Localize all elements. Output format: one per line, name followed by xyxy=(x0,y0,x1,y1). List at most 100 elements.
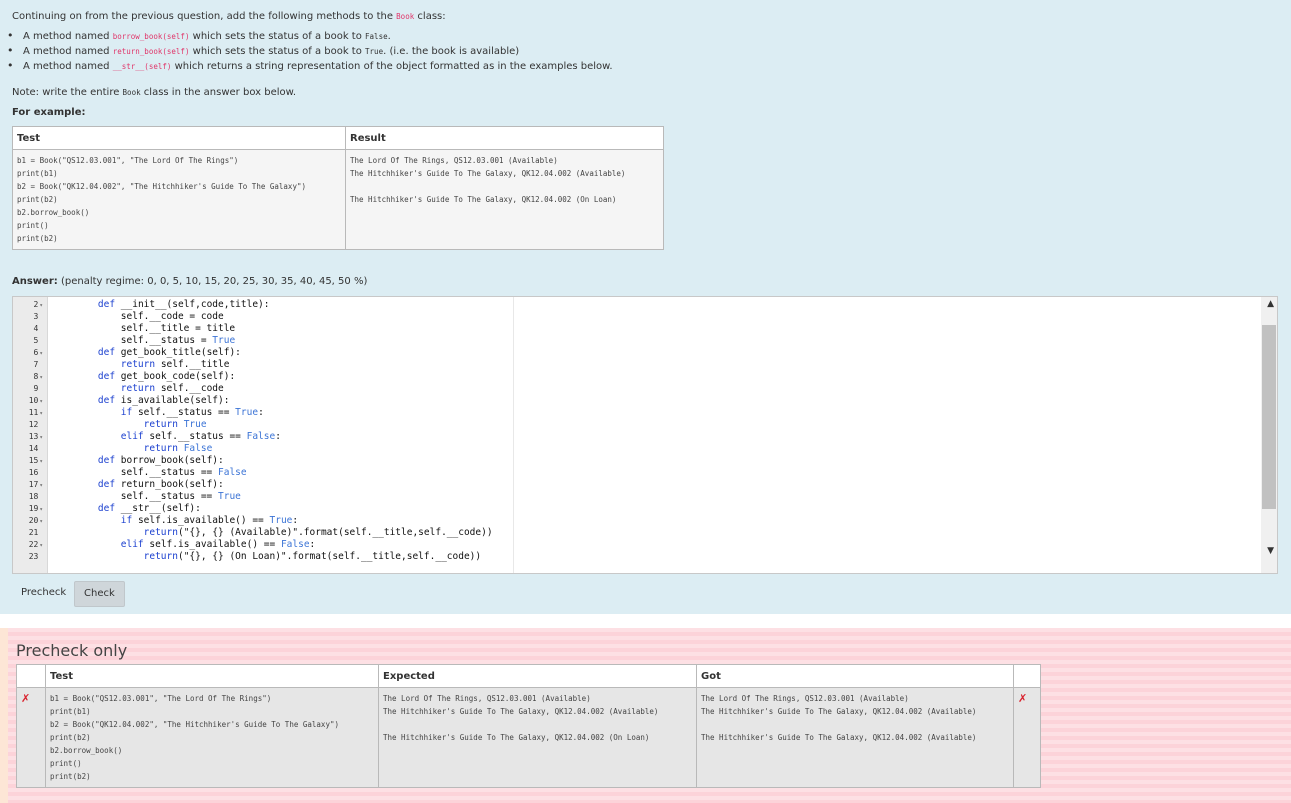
bullet-3: A method named __str__(self) which retur… xyxy=(23,61,613,72)
fail-x-icon: ✗ xyxy=(1018,692,1028,705)
answer-header: Answer: (penalty regime: 0, 0, 5, 10, 15… xyxy=(12,276,367,287)
results-header-test: Test xyxy=(45,664,379,688)
for-example-label: For example: xyxy=(12,107,86,118)
line-number: 15▾ xyxy=(28,456,43,465)
check-button[interactable]: Check xyxy=(74,581,125,607)
fold-arrow-icon[interactable]: ▾ xyxy=(39,506,43,513)
example-table: Test Result b1 = Book("QS12.03.001", "Th… xyxy=(12,126,664,250)
code-line[interactable]: self.__code = code xyxy=(75,311,224,323)
line-number: 21▾ xyxy=(28,528,39,537)
line-number: 2▾ xyxy=(33,300,43,309)
fold-arrow-icon[interactable]: ▾ xyxy=(39,482,43,489)
note-suffix: class in the answer box below. xyxy=(140,87,297,98)
line-number: 11▾ xyxy=(28,408,43,417)
bullet-1: A method named borrow_book(self) which s… xyxy=(23,31,391,42)
line-number: 6▾ xyxy=(33,348,43,357)
bullet-dot: • xyxy=(7,44,14,57)
bullet-1-code2: False xyxy=(365,32,388,41)
line-number: 20▾ xyxy=(28,516,43,525)
line-number: 4▾ xyxy=(33,324,39,333)
note-code: Book xyxy=(122,88,141,97)
question-note: Note: write the entire Book class in the… xyxy=(12,87,296,98)
fold-arrow-icon[interactable]: ▾ xyxy=(39,374,43,381)
table-row: ✗ b1 = Book("QS12.03.001", "The Lord Of … xyxy=(16,687,1041,788)
fold-arrow-icon[interactable]: ▾ xyxy=(39,350,43,357)
fold-arrow-icon[interactable]: ▾ xyxy=(39,410,43,417)
code-line[interactable]: return("{}, {} (On Loan)".format(self.__… xyxy=(75,551,481,563)
line-number: 16▾ xyxy=(28,468,39,477)
line-number: 12▾ xyxy=(28,420,39,429)
code-line[interactable]: return("{}, {} (Available)".format(self.… xyxy=(75,527,493,539)
bullet-3-suffix: which returns a string representation of… xyxy=(171,61,613,72)
line-number-gutter: 2▾ 3▾ 4▾ 5▾ 6▾ 7▾ 8▾ 9▾ 10▾ 11▾ 12▾ 13▾ 14▾ 15▾ 16▾ 17▾… xyxy=(13,297,48,573)
fold-arrow-icon[interactable]: ▾ xyxy=(39,302,43,309)
code-line[interactable]: return False xyxy=(75,443,213,455)
example-header-test: Test xyxy=(12,126,346,150)
precheck-title: Precheck only xyxy=(16,641,128,660)
precheck-button[interactable]: Precheck xyxy=(12,581,75,605)
bullet-1-code: borrow_book(self) xyxy=(112,32,190,41)
code-line[interactable]: def get_book_code(self): xyxy=(75,371,235,383)
results-header-mark-right xyxy=(1013,664,1041,688)
scroll-down-arrow-icon[interactable]: ▼ xyxy=(1267,546,1274,556)
results-header-got: Got xyxy=(696,664,1014,688)
bullet-1-text: A method named xyxy=(23,31,113,42)
scrollbar-thumb[interactable] xyxy=(1262,325,1276,509)
code-line[interactable]: def is_available(self): xyxy=(75,395,230,407)
bullet-2: A method named return_book(self) which s… xyxy=(23,46,519,57)
code-line[interactable]: def borrow_book(self): xyxy=(75,455,224,467)
code-line[interactable]: self.__status == False xyxy=(75,467,247,479)
line-number: 23▾ xyxy=(28,552,39,561)
bullet-dot: • xyxy=(7,29,14,42)
code-line[interactable]: self.__status = True xyxy=(75,335,235,347)
intro-code: Book xyxy=(396,12,415,21)
code-line[interactable]: self.__status == True xyxy=(75,491,241,503)
code-line[interactable]: elif self.is_available() == False: xyxy=(75,539,316,551)
question-panel: Continuing on from the previous question… xyxy=(0,0,1291,614)
code-line[interactable]: if self.is_available() == True: xyxy=(75,515,298,527)
intro-text: Continuing on from the previous question… xyxy=(12,11,397,22)
fold-arrow-icon[interactable]: ▾ xyxy=(39,398,43,405)
code-editor[interactable]: 2▾ 3▾ 4▾ 5▾ 6▾ 7▾ 8▾ 9▾ 10▾ 11▾ 12▾ 13▾ 14▾ 15▾ 16▾ 17▾… xyxy=(12,296,1278,574)
code-line[interactable]: if self.__status == True: xyxy=(75,407,264,419)
results-got-cell: The Lord Of The Rings, QS12.03.001 (Avai… xyxy=(696,687,1014,788)
bullet-3-code: __str__(self) xyxy=(112,62,172,71)
answer-label: Answer: xyxy=(12,276,58,287)
code-line[interactable]: self.__title = title xyxy=(75,323,235,335)
fold-arrow-icon[interactable]: ▾ xyxy=(39,434,43,441)
code-line[interactable]: return self.__code xyxy=(75,383,224,395)
line-number: 3▾ xyxy=(33,312,39,321)
fold-arrow-icon[interactable]: ▾ xyxy=(39,458,43,465)
code-line[interactable]: return True xyxy=(75,419,207,431)
line-number: 14▾ xyxy=(28,444,39,453)
fail-x-icon: ✗ xyxy=(21,692,31,705)
vertical-scrollbar[interactable]: ▲ ▼ xyxy=(1261,297,1277,573)
example-header-result: Result xyxy=(345,126,664,150)
precheck-results-panel: Precheck only Test Expected Got ✗ b1 = B… xyxy=(0,628,1291,803)
code-line[interactable]: elif self.__status == False: xyxy=(75,431,281,443)
penalty-regime: (penalty regime: 0, 0, 5, 10, 15, 20, 25… xyxy=(60,276,368,287)
bullet-2-code: return_book(self) xyxy=(112,47,190,56)
intro-suffix: class: xyxy=(414,11,446,22)
question-intro: Continuing on from the previous question… xyxy=(12,11,446,22)
bullet-1-end: . xyxy=(387,31,391,42)
code-line[interactable]: def __init__(self,code,title): xyxy=(75,299,270,311)
scroll-up-arrow-icon[interactable]: ▲ xyxy=(1267,299,1274,309)
code-line[interactable]: def get_book_title(self): xyxy=(75,347,241,359)
code-line[interactable]: def __str__(self): xyxy=(75,503,201,515)
line-number: 22▾ xyxy=(28,540,43,549)
line-number: 8▾ xyxy=(33,372,43,381)
line-number: 5▾ xyxy=(33,336,39,345)
bullet-dot: • xyxy=(7,59,14,72)
fold-arrow-icon[interactable]: ▾ xyxy=(39,542,43,549)
line-number: 19▾ xyxy=(28,504,43,513)
line-number: 10▾ xyxy=(28,396,43,405)
code-line[interactable]: return self.__title xyxy=(75,359,230,371)
line-number: 18▾ xyxy=(28,492,39,501)
results-table: Test Expected Got ✗ b1 = Book("QS12.03.0… xyxy=(16,664,1041,788)
results-test-cell: b1 = Book("QS12.03.001", "The Lord Of Th… xyxy=(45,687,379,788)
code-line[interactable]: def return_book(self): xyxy=(75,479,224,491)
line-number: 7▾ xyxy=(33,360,39,369)
results-header-expected: Expected xyxy=(378,664,697,688)
fold-arrow-icon[interactable]: ▾ xyxy=(39,518,43,525)
